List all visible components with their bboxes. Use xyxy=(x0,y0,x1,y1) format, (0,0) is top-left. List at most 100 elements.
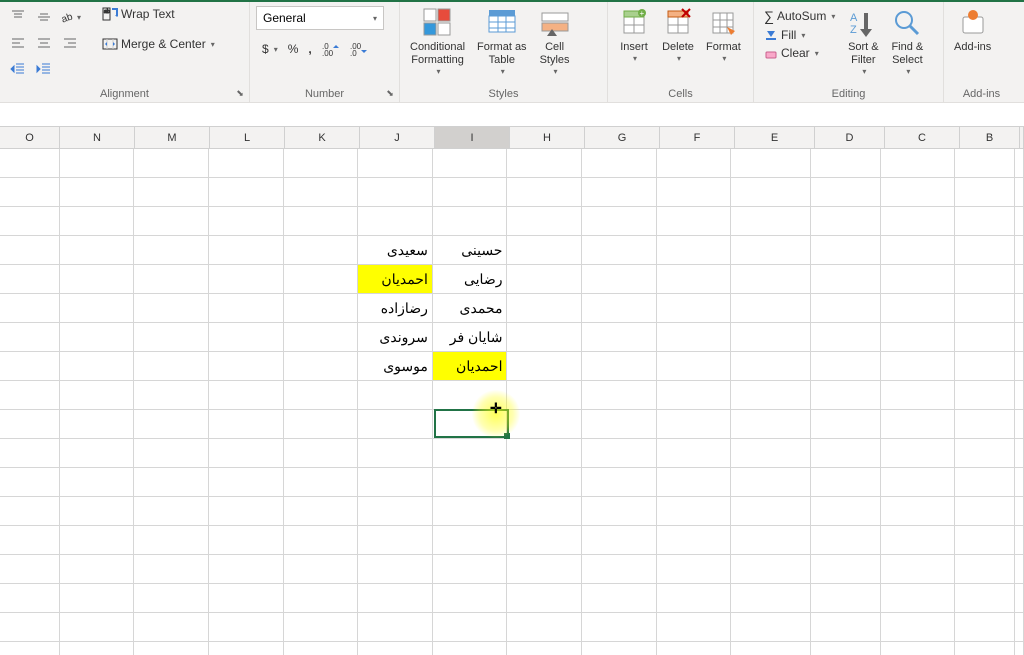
cell-E5[interactable] xyxy=(731,265,811,294)
cell-tail[interactable] xyxy=(1015,439,1024,468)
cell-H13[interactable] xyxy=(507,497,582,526)
cell-I13[interactable] xyxy=(433,497,508,526)
cell-D18[interactable] xyxy=(811,642,881,655)
cell-I10[interactable] xyxy=(433,410,508,439)
cell-O7[interactable] xyxy=(0,323,60,352)
currency-button[interactable]: $ xyxy=(258,40,282,58)
comma-button[interactable]: , xyxy=(304,40,315,58)
cell-K3[interactable] xyxy=(284,207,359,236)
cell-B6[interactable] xyxy=(955,294,1015,323)
cell-K5[interactable] xyxy=(284,265,359,294)
cell-I2[interactable] xyxy=(433,178,508,207)
alignment-launcher[interactable]: ⬊ xyxy=(234,87,246,99)
cell-tail[interactable] xyxy=(1015,207,1024,236)
cell-L18[interactable] xyxy=(209,642,284,655)
cell-tail[interactable] xyxy=(1015,323,1024,352)
cell-D17[interactable] xyxy=(811,613,881,642)
cell-G12[interactable] xyxy=(582,468,657,497)
cell-N1[interactable] xyxy=(60,149,135,178)
cell-styles-button[interactable]: CellStyles xyxy=(535,4,575,79)
cell-L13[interactable] xyxy=(209,497,284,526)
col-header-H[interactable]: H xyxy=(510,127,585,148)
col-header-J[interactable]: J xyxy=(360,127,435,148)
cell-E10[interactable] xyxy=(731,410,811,439)
autosum-button[interactable]: ∑ AutoSum xyxy=(760,6,839,26)
format-as-table-button[interactable]: Format asTable xyxy=(473,4,531,79)
cell-B15[interactable] xyxy=(955,555,1015,584)
cell-G1[interactable] xyxy=(582,149,657,178)
cell-D4[interactable] xyxy=(811,236,881,265)
cell-I1[interactable] xyxy=(433,149,508,178)
cell-L16[interactable] xyxy=(209,584,284,613)
cell-I12[interactable] xyxy=(433,468,508,497)
find-select-button[interactable]: Find &Select xyxy=(887,4,927,79)
conditional-formatting-button[interactable]: ConditionalFormatting xyxy=(406,4,469,79)
cell-N2[interactable] xyxy=(60,178,135,207)
cell-J2[interactable] xyxy=(358,178,433,207)
col-header-K[interactable]: K xyxy=(285,127,360,148)
col-header-D[interactable]: D xyxy=(815,127,885,148)
cell-tail[interactable] xyxy=(1015,555,1024,584)
cell-J15[interactable] xyxy=(358,555,433,584)
cell-K8[interactable] xyxy=(284,352,359,381)
cell-F5[interactable] xyxy=(657,265,732,294)
cell-I16[interactable] xyxy=(433,584,508,613)
col-header-I[interactable]: I xyxy=(435,127,510,148)
spreadsheet-grid[interactable]: سعیدیحسینیاحمدیانرضاییرضازادهمحمدیسروندی… xyxy=(0,149,1024,655)
cell-J8[interactable]: موسوی xyxy=(358,352,433,381)
cell-J18[interactable] xyxy=(358,642,433,655)
cell-I5[interactable]: رضایی xyxy=(433,265,508,294)
cell-B4[interactable] xyxy=(955,236,1015,265)
cell-B5[interactable] xyxy=(955,265,1015,294)
cell-E14[interactable] xyxy=(731,526,811,555)
cell-O10[interactable] xyxy=(0,410,60,439)
cell-N5[interactable] xyxy=(60,265,135,294)
cell-L6[interactable] xyxy=(209,294,284,323)
cell-tail[interactable] xyxy=(1015,178,1024,207)
cell-H17[interactable] xyxy=(507,613,582,642)
cell-G7[interactable] xyxy=(582,323,657,352)
cell-G9[interactable] xyxy=(582,381,657,410)
cell-K17[interactable] xyxy=(284,613,359,642)
cell-I11[interactable] xyxy=(433,439,508,468)
cell-O18[interactable] xyxy=(0,642,60,655)
cell-M4[interactable] xyxy=(134,236,209,265)
cell-O12[interactable] xyxy=(0,468,60,497)
cell-E11[interactable] xyxy=(731,439,811,468)
cell-tail[interactable] xyxy=(1015,642,1024,655)
cell-B8[interactable] xyxy=(955,352,1015,381)
col-header-G[interactable]: G xyxy=(585,127,660,148)
cell-F16[interactable] xyxy=(657,584,732,613)
cell-M2[interactable] xyxy=(134,178,209,207)
cell-B16[interactable] xyxy=(955,584,1015,613)
cell-H14[interactable] xyxy=(507,526,582,555)
cell-J10[interactable] xyxy=(358,410,433,439)
cell-D16[interactable] xyxy=(811,584,881,613)
cell-L5[interactable] xyxy=(209,265,284,294)
cell-G18[interactable] xyxy=(582,642,657,655)
col-header-M[interactable]: M xyxy=(135,127,210,148)
cell-M9[interactable] xyxy=(134,381,209,410)
cell-K16[interactable] xyxy=(284,584,359,613)
cell-N6[interactable] xyxy=(60,294,135,323)
cell-M15[interactable] xyxy=(134,555,209,584)
cell-tail[interactable] xyxy=(1015,265,1024,294)
cell-I17[interactable] xyxy=(433,613,508,642)
cell-C6[interactable] xyxy=(881,294,956,323)
cell-M11[interactable] xyxy=(134,439,209,468)
cell-I9[interactable] xyxy=(433,381,508,410)
cell-F18[interactable] xyxy=(657,642,732,655)
col-header-F[interactable]: F xyxy=(660,127,735,148)
cell-G13[interactable] xyxy=(582,497,657,526)
decrease-decimal-icon[interactable]: .00.0 xyxy=(346,39,372,59)
cell-O3[interactable] xyxy=(0,207,60,236)
cell-D11[interactable] xyxy=(811,439,881,468)
cell-D3[interactable] xyxy=(811,207,881,236)
cell-L11[interactable] xyxy=(209,439,284,468)
cell-tail[interactable] xyxy=(1015,352,1024,381)
cell-E18[interactable] xyxy=(731,642,811,655)
cell-M8[interactable] xyxy=(134,352,209,381)
cell-I18[interactable] xyxy=(433,642,508,655)
cell-C2[interactable] xyxy=(881,178,956,207)
fill-button[interactable]: Fill xyxy=(760,26,839,44)
